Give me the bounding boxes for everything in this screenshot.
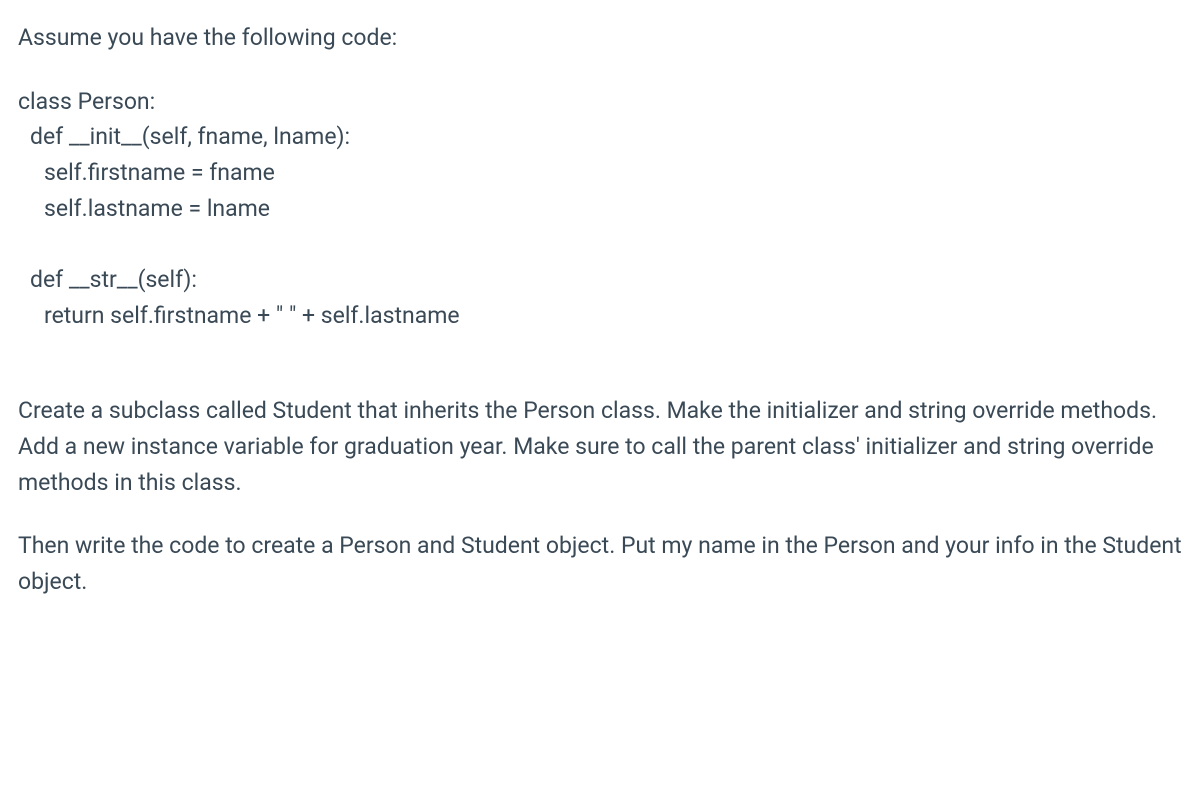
code-line: self.lastname = lname [18,191,1182,227]
code-gap [18,226,1182,262]
code-line: def __init__(self, fname, lname): [18,119,1182,155]
code-line: class Person: [18,84,1182,120]
code-line: return self.firstname + " " + self.lastn… [18,298,1182,334]
code-line: def __str__(self): [18,262,1182,298]
instruction-paragraph-1: Create a subclass called Student that in… [18,393,1182,500]
instruction-paragraph-2: Then write the code to create a Person a… [18,528,1182,599]
code-block: class Person: def __init__(self, fname, … [18,84,1182,334]
intro-text: Assume you have the following code: [18,20,1182,56]
code-line: self.firstname = fname [18,155,1182,191]
